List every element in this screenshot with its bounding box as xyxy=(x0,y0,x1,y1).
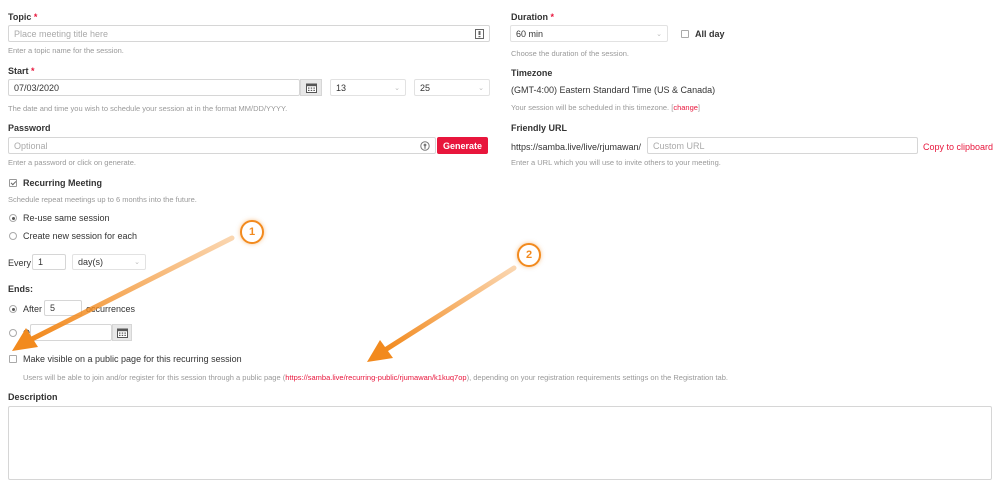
arrow-1 xyxy=(12,235,235,351)
annotation-marker-1: 1 xyxy=(240,220,264,244)
annotation-marker-2: 2 xyxy=(517,243,541,267)
annotation-arrows xyxy=(12,235,517,362)
arrow-2 xyxy=(367,265,517,362)
